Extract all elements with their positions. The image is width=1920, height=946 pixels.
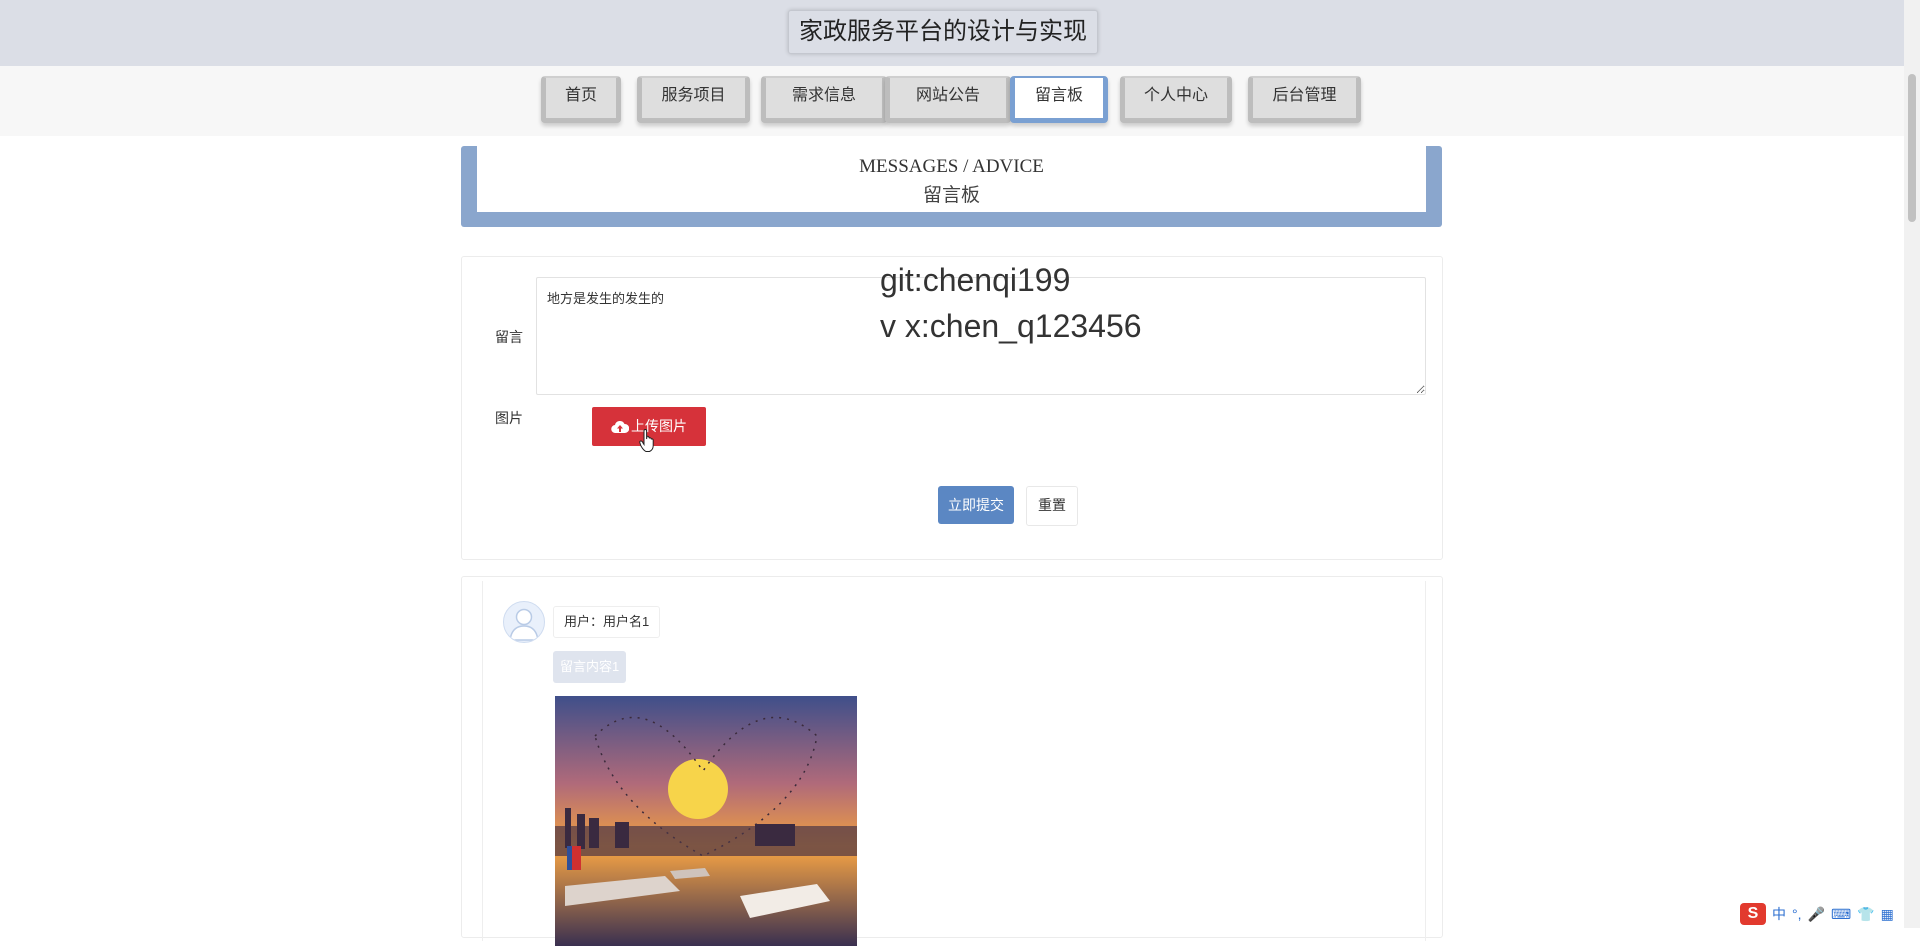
message-list-item: 用户：用户名1 留言内容1 [482, 581, 1426, 946]
banner-inner: MESSAGES / ADVICE 留言板 [477, 146, 1426, 212]
sunset-river-image [555, 696, 857, 946]
skin-shirt-icon[interactable]: 👕 [1857, 906, 1874, 923]
scrollbar-thumb[interactable] [1908, 74, 1916, 222]
hand-cursor-icon [639, 429, 654, 452]
page-banner: MESSAGES / ADVICE 留言板 [461, 146, 1442, 227]
banner-title-zh: 留言板 [922, 185, 980, 206]
cloud-upload-icon [611, 421, 630, 434]
nav-item-messageboard[interactable]: 留言板 [1010, 76, 1108, 123]
grid-menu-icon[interactable]: ▦ [1881, 906, 1894, 923]
top-header: 家政服务平台的设计与实现 [0, 0, 1904, 66]
site-title: 家政服务平台的设计与实现 [788, 10, 1098, 54]
nav-item-notices[interactable]: 网站公告 [885, 76, 1011, 123]
message-form: 留言 地方是发生的发生的 git:chenqi199 v x:chen_q123… [461, 256, 1443, 560]
image-label: 图片 [495, 410, 523, 426]
page-scrollbar[interactable] [1904, 0, 1920, 928]
reset-button[interactable]: 重置 [1026, 486, 1078, 526]
message-user-name: 用户：用户名1 [553, 606, 661, 638]
nav-item-admin[interactable]: 后台管理 [1248, 76, 1361, 123]
nav-item-services[interactable]: 服务项目 [637, 76, 750, 123]
nav-label: 后台管理 [1272, 87, 1337, 104]
banner-title-en: MESSAGES / ADVICE [859, 156, 1044, 177]
sogou-logo-icon[interactable]: S [1740, 903, 1766, 925]
nav-item-home[interactable]: 首页 [541, 76, 621, 123]
nav-item-demands[interactable]: 需求信息 [761, 76, 887, 123]
nav-item-personal-center[interactable]: 个人中心 [1120, 76, 1232, 123]
message-textarea[interactable]: 地方是发生的发生的 [536, 277, 1426, 395]
keyboard-icon[interactable]: ⌨ [1831, 906, 1851, 923]
message-list: 用户：用户名1 留言内容1 [461, 576, 1443, 946]
submit-button[interactable]: 立即提交 [938, 486, 1014, 524]
microphone-icon[interactable]: 🎤 [1808, 906, 1825, 923]
user-avatar-icon [509, 608, 539, 641]
message-content: 留言内容1 [553, 651, 627, 683]
nav-label: 需求信息 [791, 87, 856, 104]
user-avatar [503, 601, 545, 643]
nav-label: 留言板 [1034, 87, 1083, 104]
nav-label: 服务项目 [661, 87, 726, 104]
ime-mode[interactable]: 中 [1772, 904, 1786, 924]
ime-toolbar[interactable]: S 中 °, 🎤 ⌨ 👕 ▦ [1740, 900, 1920, 928]
nav-label: 首页 [564, 87, 597, 104]
ime-punct[interactable]: °, [1792, 906, 1802, 922]
nav-label: 网站公告 [915, 87, 980, 104]
message-label: 留言 [495, 329, 523, 345]
message-photo [555, 696, 857, 946]
main-nav: 首页 服务项目 需求信息 网站公告 留言板 个人中心 后台管理 [0, 66, 1904, 136]
nav-label: 个人中心 [1143, 87, 1208, 104]
